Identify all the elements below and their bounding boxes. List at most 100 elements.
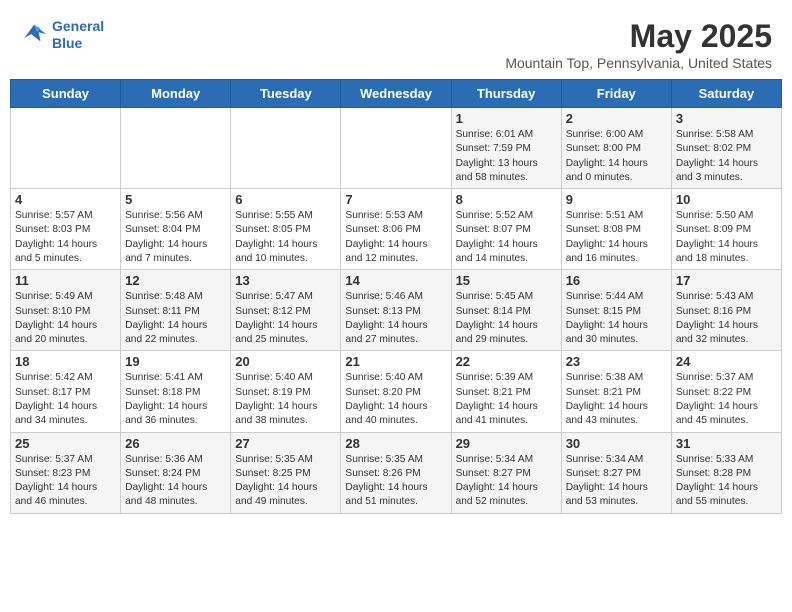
day-info-line: Daylight: 14 hours <box>676 482 758 493</box>
day-info-line: Sunrise: 5:56 AM <box>125 210 203 221</box>
calendar-cell: 27Sunrise: 5:35 AMSunset: 8:25 PMDayligh… <box>231 432 341 513</box>
day-info-line: Daylight: 14 hours <box>125 401 207 412</box>
day-info-line: Sunrise: 5:45 AM <box>456 291 534 302</box>
day-info: Sunrise: 5:44 AMSunset: 8:15 PMDaylight:… <box>566 290 667 347</box>
day-info-line: Daylight: 14 hours <box>566 158 648 169</box>
day-info-line: Daylight: 14 hours <box>456 320 538 331</box>
day-info-line: Sunrise: 5:37 AM <box>15 454 93 465</box>
day-info-line: and 14 minutes. <box>456 253 529 264</box>
day-info-line: Sunrise: 5:58 AM <box>676 129 754 140</box>
day-info-line: and 16 minutes. <box>566 253 639 264</box>
day-info-line: Sunrise: 5:37 AM <box>676 372 754 383</box>
day-number: 29 <box>456 436 557 451</box>
calendar-cell: 1 Sunrise: 6:01 AMSunset: 7:59 PMDaylight… <box>451 108 561 189</box>
day-info-line: Sunset: 8:03 PM <box>15 224 90 235</box>
day-number: 22 <box>456 354 557 369</box>
day-info-line: Sunrise: 5:36 AM <box>125 454 203 465</box>
day-info-line: Daylight: 14 hours <box>566 401 648 412</box>
day-number: 1 <box>456 111 557 126</box>
day-info-line: Sunset: 8:11 PM <box>125 306 200 317</box>
calendar-cell: 14Sunrise: 5:46 AMSunset: 8:13 PMDayligh… <box>341 270 451 351</box>
day-info-line: Sunrise: 5:49 AM <box>15 291 93 302</box>
calendar-cell: 30Sunrise: 5:34 AMSunset: 8:27 PMDayligh… <box>561 432 671 513</box>
day-info-line: Sunrise: 5:40 AM <box>235 372 313 383</box>
day-info-line: Daylight: 14 hours <box>566 320 648 331</box>
day-info: Sunrise: 5:34 AMSunset: 8:27 PMDaylight:… <box>456 453 557 510</box>
day-info: Sunrise: 5:35 AM Sunset: 8:25 PM Daylight:… <box>235 453 336 510</box>
day-info-line: Sunrise: 5:52 AM <box>456 210 534 221</box>
week-row-1: 1 Sunrise: 6:01 AMSunset: 7:59 PMDaylight… <box>11 108 782 189</box>
weekday-header-tuesday: Tuesday <box>231 80 341 108</box>
day-info-line: Sunset: 8:23 PM <box>15 468 90 479</box>
day-info-line: Sunrise: 5:34 AM <box>566 454 644 465</box>
day-number: 2 <box>566 111 667 126</box>
day-info: Sunrise: 5:49 AMSunset: 8:10 PMDaylight:… <box>15 290 116 347</box>
day-info-line: Daylight: 14 hours <box>15 482 97 493</box>
day-info-line: and 46 minutes. <box>15 496 88 507</box>
day-info: Sunrise: 5:47 AMSunset: 8:12 PMDaylight:… <box>235 290 336 347</box>
day-number: 19 <box>125 354 226 369</box>
calendar-cell: 9Sunrise: 5:51 AMSunset: 8:08 PMDaylight… <box>561 189 671 270</box>
day-info-line: Daylight: 14 hours <box>125 482 207 493</box>
day-info-line: Sunrise: 5:57 AM <box>15 210 93 221</box>
day-info: Sunrise: 5:37 AMSunset: 8:22 PMDaylight:… <box>676 371 777 428</box>
day-number: 10 <box>676 192 777 207</box>
day-info-line: Sunrise: 5:38 AM <box>566 372 644 383</box>
day-number: 26 <box>125 436 226 451</box>
day-info-line: and 32 minutes. <box>676 334 749 345</box>
day-info-line: and 25 minutes. <box>235 334 308 345</box>
day-info-line: Sunrise: 5:48 AM <box>125 291 203 302</box>
calendar-cell: 20Sunrise: 5:40 AMSunset: 8:19 PMDayligh… <box>231 351 341 432</box>
day-info: Sunrise: 5:40 AMSunset: 8:19 PMDaylight:… <box>235 371 336 428</box>
day-info-line: Sunrise: 5:34 AM <box>456 454 534 465</box>
day-number: 17 <box>676 273 777 288</box>
day-info-line: Daylight: 14 hours <box>456 401 538 412</box>
day-info-line: Sunrise: 5:35 AM <box>345 454 423 465</box>
day-info-line: Daylight: 14 hours <box>345 320 427 331</box>
day-info: Sunrise: 5:55 AMSunset: 8:05 PMDaylight:… <box>235 209 336 266</box>
day-info: Sunrise: 6:01 AMSunset: 7:59 PMDaylight:… <box>456 128 557 185</box>
day-number: 16 <box>566 273 667 288</box>
day-info-line: Sunset: 8:06 PM <box>345 224 420 235</box>
day-info-line: Sunrise: 5:41 AM <box>125 372 203 383</box>
calendar-cell: 2Sunrise: 6:00 AMSunset: 8:00 PMDaylight… <box>561 108 671 189</box>
day-info-line: and 53 minutes. <box>566 496 639 507</box>
day-info-line: Daylight: 14 hours <box>235 482 317 493</box>
day-info-line: Sunrise: 5:42 AM <box>15 372 93 383</box>
day-info-line: Daylight: 14 hours <box>15 239 97 250</box>
day-info-line: Sunset: 8:21 PM <box>566 387 641 398</box>
day-info-line: and 20 minutes. <box>15 334 88 345</box>
day-info-line: and 45 minutes. <box>676 415 749 426</box>
day-info: Sunrise: 5:42 AMSunset: 8:17 PMDaylight:… <box>15 371 116 428</box>
day-info-line: Sunset: 8:16 PM <box>676 306 751 317</box>
day-info-line: and 55 minutes. <box>676 496 749 507</box>
day-info: Sunrise: 5:57 AM Sunset: 8:03 PM Daylight:… <box>15 209 116 266</box>
day-info-line: Daylight: 14 hours <box>15 401 97 412</box>
day-info-line: Sunset: 8:25 PM <box>235 468 310 479</box>
calendar-cell: 6Sunrise: 5:55 AMSunset: 8:05 PMDaylight… <box>231 189 341 270</box>
calendar-cell <box>231 108 341 189</box>
weekday-header-row: SundayMondayTuesdayWednesdayThursdayFrid… <box>11 80 782 108</box>
day-info-line: Daylight: 13 hours <box>456 158 538 169</box>
day-info: Sunrise: 5:50 AMSunset: 8:09 PMDaylight:… <box>676 209 777 266</box>
calendar-cell: 19 Sunrise: 5:41 AMSunset: 8:18 PMDayligh… <box>121 351 231 432</box>
weekday-header-monday: Monday <box>121 80 231 108</box>
weekday-header-saturday: Saturday <box>671 80 781 108</box>
day-info: Sunrise: 5:41 AMSunset: 8:18 PMDaylight:… <box>125 371 226 428</box>
day-info: Sunrise: 5:34 AMSunset: 8:27 PMDaylight:… <box>566 453 667 510</box>
weekday-header-sunday: Sunday <box>11 80 121 108</box>
day-info-line: Daylight: 14 hours <box>676 158 758 169</box>
day-info-line: Sunrise: 5:50 AM <box>676 210 754 221</box>
day-info: Sunrise: 5:43 AMSunset: 8:16 PMDaylight:… <box>676 290 777 347</box>
day-info: Sunrise: 5:39 AMSunset: 8:21 PMDaylight:… <box>456 371 557 428</box>
calendar-cell: 29 Sunrise: 5:34 AMSunset: 8:27 PMDayligh… <box>451 432 561 513</box>
day-number: 23 <box>566 354 667 369</box>
day-info-line: and 10 minutes. <box>235 253 308 264</box>
calendar-cell: 21Sunrise: 5:40 AMSunset: 8:20 PMDayligh… <box>341 351 451 432</box>
day-info-line: and 30 minutes. <box>566 334 639 345</box>
day-info-line: Sunset: 7:59 PM <box>456 143 531 154</box>
day-info-line: Daylight: 14 hours <box>676 401 758 412</box>
day-info-line: Sunrise: 5:35 AM <box>235 454 313 465</box>
day-number: 21 <box>345 354 446 369</box>
day-info-line: and 43 minutes. <box>566 415 639 426</box>
